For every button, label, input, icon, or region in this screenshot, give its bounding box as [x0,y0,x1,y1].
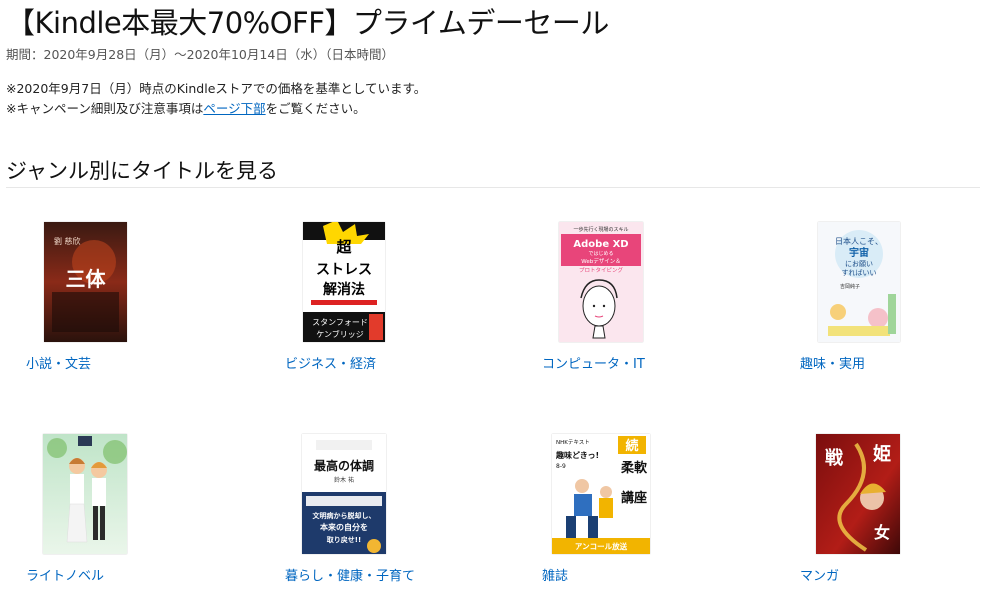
cover-hobby-line4: すればいい [842,268,877,277]
cover-novel-author: 劉 慈欣 [54,236,81,246]
cover-lightnovel[interactable] [43,434,127,554]
category-link-computer[interactable]: コンピュータ・IT [542,353,645,372]
terms-note-prefix: ※キャンペーン細則及び注意事項は [6,101,204,116]
cover-computer-product: Adobe XD [573,239,628,250]
terms-note: ※キャンペーン細則及び注意事項はページ下部をご覧ください。 [6,98,366,117]
section-divider [6,187,980,188]
cover-magazine-course: 講座 [621,490,647,506]
cover-computer[interactable]: 一歩先行く現場のスキル Adobe XD ではじめる Webデザイン＆ プロトタ… [559,222,643,342]
section-title: ジャンル別にタイトルを見る [6,159,278,183]
cover-hobby-line2: 宇宙 [849,246,869,259]
cover-hobby-line1: 日本人こそ、 [835,236,883,246]
cover-lifestyle-title: 最高の体調 [314,458,374,473]
cover-magazine-cont: 続 [625,438,638,454]
cover-computer-tagline: 一歩先行く現場のスキル [573,226,628,233]
cover-magazine-flex: 柔軟 [620,460,648,476]
category-link-magazine[interactable]: 雑誌 [542,565,568,584]
cover-business-cambridge: ケンブリッジ [316,329,364,339]
cover-computer-title2: プロトタイピング [579,266,624,274]
cover-hobby[interactable]: 日本人こそ、 宇宙 にお願い すればいい 吉岡純子 [818,222,900,342]
terms-note-suffix: をご覧ください。 [265,101,366,116]
cover-hobby-author: 吉岡純子 [840,283,860,290]
cover-magazine-issue: 8-9 [556,463,566,470]
page-bottom-link[interactable]: ページ下部 [203,101,265,116]
cover-lifestyle-author: 鈴木 祐 [334,476,354,484]
cover-manga-char2: 姫 [873,443,891,465]
page-title: 【Kindle本最大70%OFF】プライムデーセール [6,6,609,40]
cover-lifestyle-copy3: 取り戻せ!! [327,535,361,544]
cover-manga-char3: 女 [874,523,890,542]
page: 【Kindle本最大70%OFF】プライムデーセール 期間：2020年9月28日… [0,0,981,596]
category-link-lifestyle[interactable]: 暮らし・健康・子育て [285,565,415,584]
cover-novel-title: 三体 [66,267,107,291]
cover-computer-title: Webデザイン＆ [581,257,621,265]
category-link-business[interactable]: ビジネス・経済 [285,353,376,372]
cover-lifestyle-copy2: 本来の自分を [319,522,368,532]
category-link-hobby[interactable]: 趣味・実用 [800,353,865,372]
cover-lifestyle[interactable]: 最高の体調 鈴木 祐 文明病から脱却し、 本来の自分を 取り戻せ!! [302,434,386,554]
cover-business-stanford: スタンフォード [312,318,368,327]
cover-manga[interactable]: 戦 姫 女 [816,434,900,554]
cover-magazine[interactable]: NHKテキスト 趣味どきっ! 8-9 続 柔軟 講座 アンコール放送 [552,434,650,554]
cover-magazine-publisher: NHKテキスト [556,439,590,446]
cover-magazine-series: 趣味どきっ! [555,450,599,460]
cover-manga-char1: 戦 [825,447,844,469]
cover-novel[interactable]: 劉 慈欣 三体 [44,222,127,342]
cover-magazine-rebroadcast: アンコール放送 [575,541,628,551]
cover-business[interactable]: 超 ストレス 解消法 スタンフォード ケンブリッジ [303,222,385,342]
cover-computer-subtitle: ではじめる [588,251,613,257]
campaign-period: 期間：2020年9月28日（月）〜2020年10月14日（水）（日本時間） [6,47,395,62]
category-link-manga[interactable]: マンガ [800,565,839,584]
cover-hobby-line3: にお願い [845,260,873,268]
category-link-novel[interactable]: 小説・文芸 [26,353,91,372]
cover-lifestyle-copy1: 文明病から脱却し、 [313,511,376,520]
cover-business-super: 超 [335,238,352,256]
price-basis-note: ※2020年9月7日（月）時点のKindleストアでの価格を基準としています。 [6,81,427,96]
category-link-lightnovel[interactable]: ライトノベル [26,565,104,584]
cover-business-stress: ストレス [316,262,372,278]
cover-business-method: 解消法 [323,281,365,298]
